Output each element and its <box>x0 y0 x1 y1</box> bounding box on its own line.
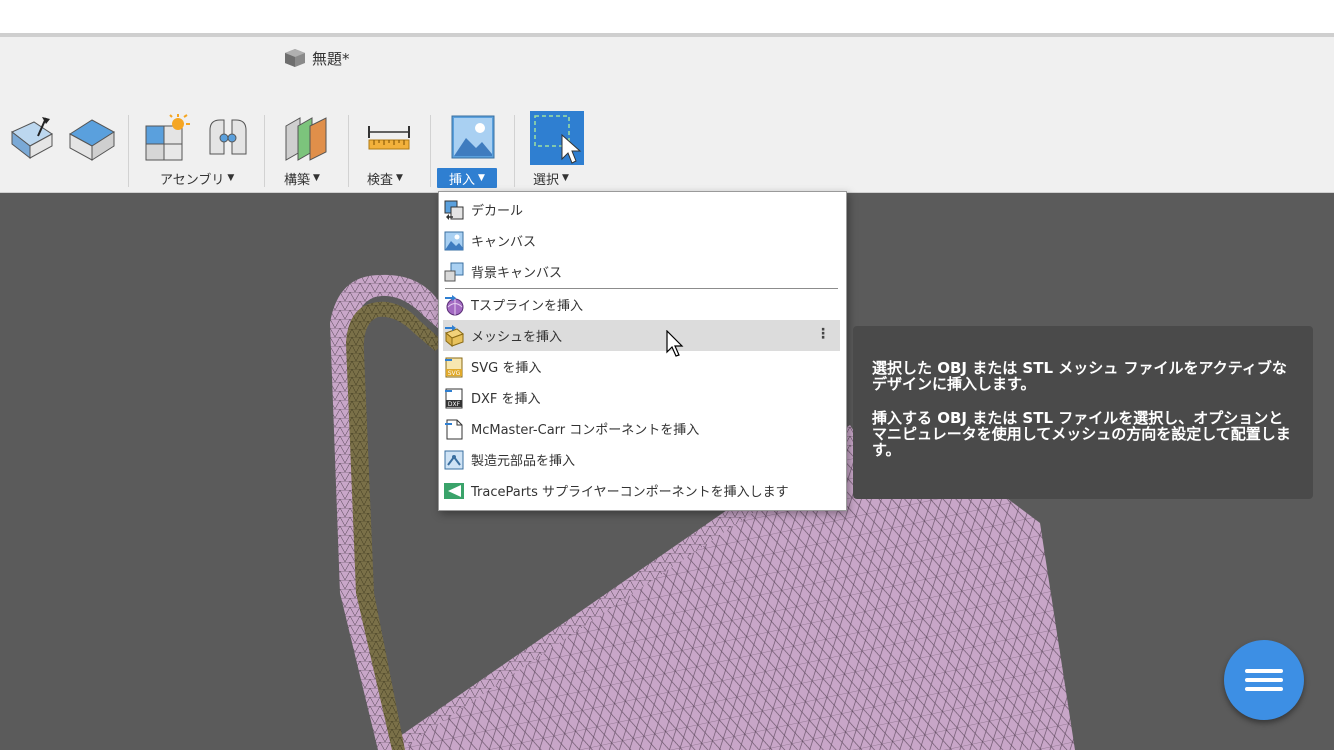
offset-plane-tool[interactable] <box>282 114 332 162</box>
push-pull-tool[interactable] <box>8 114 56 162</box>
toolbar-separator <box>514 115 515 187</box>
insert-canvas-tool[interactable] <box>450 114 496 160</box>
chevron-down-icon: ▼ <box>396 173 403 183</box>
chevron-down-icon: ▼ <box>562 173 569 183</box>
new-component-tool[interactable] <box>142 114 192 162</box>
select-menu-button[interactable]: 選択 ▼ <box>533 168 569 188</box>
menu-item-decal[interactable]: デカール <box>443 194 840 225</box>
mesh-icon <box>443 324 465 347</box>
hamburger-icon <box>1245 669 1283 673</box>
menu-item-insert-tspline[interactable]: Tスプラインを挿入 <box>443 289 840 320</box>
toolbar-separator <box>430 115 431 187</box>
offset-plane-icon <box>285 117 327 161</box>
measure-icon <box>368 126 410 150</box>
traceparts-icon <box>443 480 465 502</box>
menu-item-label: McMaster-Carr コンポーネントを挿入 <box>471 423 700 438</box>
menu-item-canvas[interactable]: キャンバス <box>443 225 840 256</box>
toolbar-separator <box>264 115 265 187</box>
browser-top-bar <box>0 0 1334 33</box>
decal-icon <box>443 199 465 221</box>
tooltip-instructions: 挿入する OBJ または STL ファイルを選択し、オプションとマニピュレータを… <box>872 409 1291 459</box>
inspect-menu-button[interactable]: 検査 ▼ <box>367 168 403 188</box>
tooltip: 選択した OBJ または STL メッシュ ファイルをアクティブなデザインに挿入… <box>853 326 1313 499</box>
floating-menu-button[interactable] <box>1224 640 1304 720</box>
select-label: 選択 <box>533 172 560 188</box>
menu-item-insert-svg[interactable]: SVG SVG を挿入 <box>443 351 840 382</box>
new-component-icon <box>145 114 190 161</box>
assembly-menu-button[interactable]: アセンブリ ▼ <box>160 168 234 188</box>
mouse-cursor-icon <box>666 330 684 357</box>
menu-item-label: DXF を挿入 <box>471 392 541 407</box>
svg-text:DXF: DXF <box>448 401 461 408</box>
menu-item-label: キャンバス <box>471 235 537 250</box>
menu-item-label: Tスプラインを挿入 <box>471 299 583 314</box>
menu-item-label: 背景キャンバス <box>471 266 563 281</box>
chevron-down-icon: ▼ <box>478 173 485 183</box>
svg-icon: SVG <box>443 356 465 378</box>
insert-label: 挿入 <box>449 172 476 188</box>
menu-item-label: TraceParts サプライヤーコンポーネントを挿入します <box>471 485 789 500</box>
tspline-icon <box>443 294 465 316</box>
menu-item-insert-dxf[interactable]: DXF DXF を挿入 <box>443 382 840 413</box>
joint-icon <box>209 119 247 155</box>
mcmaster-icon <box>443 418 465 440</box>
select-tool[interactable] <box>530 111 584 165</box>
inspect-label: 検査 <box>367 172 394 188</box>
construct-menu-button[interactable]: 構築 ▼ <box>284 168 320 188</box>
svg-text:SVG: SVG <box>448 370 461 377</box>
menu-item-label: メッシュを挿入 <box>471 330 563 345</box>
tooltip-description: 選択した OBJ または STL メッシュ ファイルをアクティブなデザインに挿入… <box>872 359 1287 393</box>
shell-tool[interactable] <box>66 114 118 162</box>
hamburger-icon <box>1245 687 1283 691</box>
hamburger-icon <box>1245 678 1283 682</box>
menu-item-label: 製造元部品を挿入 <box>471 454 576 469</box>
chevron-down-icon: ▼ <box>313 173 320 183</box>
insert-menu-button[interactable]: 挿入 ▼ <box>437 168 497 188</box>
dxf-icon: DXF <box>443 387 465 409</box>
joint-tool[interactable] <box>204 114 252 162</box>
measure-tool[interactable] <box>366 120 412 156</box>
insert-dropdown-menu: デカール キャンバス 背景キャンバス Tスプラインを挿入 メッシュを挿入 ⋮ S… <box>438 191 847 511</box>
menu-item-insert-traceparts[interactable]: TraceParts サプライヤーコンポーネントを挿入します <box>443 475 840 506</box>
menu-item-label: SVG を挿入 <box>471 361 542 376</box>
manufacturer-part-icon <box>443 449 465 471</box>
menu-item-insert-manufacturer-part[interactable]: 製造元部品を挿入 <box>443 444 840 475</box>
background-canvas-icon <box>443 261 465 283</box>
toolbar-separator <box>348 115 349 187</box>
push-pull-icon <box>11 117 53 160</box>
more-options-icon[interactable]: ⋮ <box>816 326 830 342</box>
document-tab[interactable]: 無題* <box>284 47 350 69</box>
assembly-label: アセンブリ <box>160 172 225 188</box>
select-icon <box>530 111 584 165</box>
menu-item-insert-mcmaster[interactable]: McMaster-Carr コンポーネントを挿入 <box>443 413 840 444</box>
menu-item-insert-mesh[interactable]: メッシュを挿入 ⋮ <box>443 320 840 351</box>
document-title: 無題* <box>312 49 350 68</box>
menu-item-background-canvas[interactable]: 背景キャンバス <box>443 256 840 287</box>
construct-label: 構築 <box>284 172 311 188</box>
chevron-down-icon: ▼ <box>227 173 235 183</box>
document-box-icon <box>285 49 305 67</box>
toolbar-separator <box>128 115 129 187</box>
menu-item-label: デカール <box>471 204 524 219</box>
shell-icon <box>69 119 115 161</box>
canvas-icon <box>443 230 465 252</box>
insert-canvas-icon <box>451 115 495 159</box>
